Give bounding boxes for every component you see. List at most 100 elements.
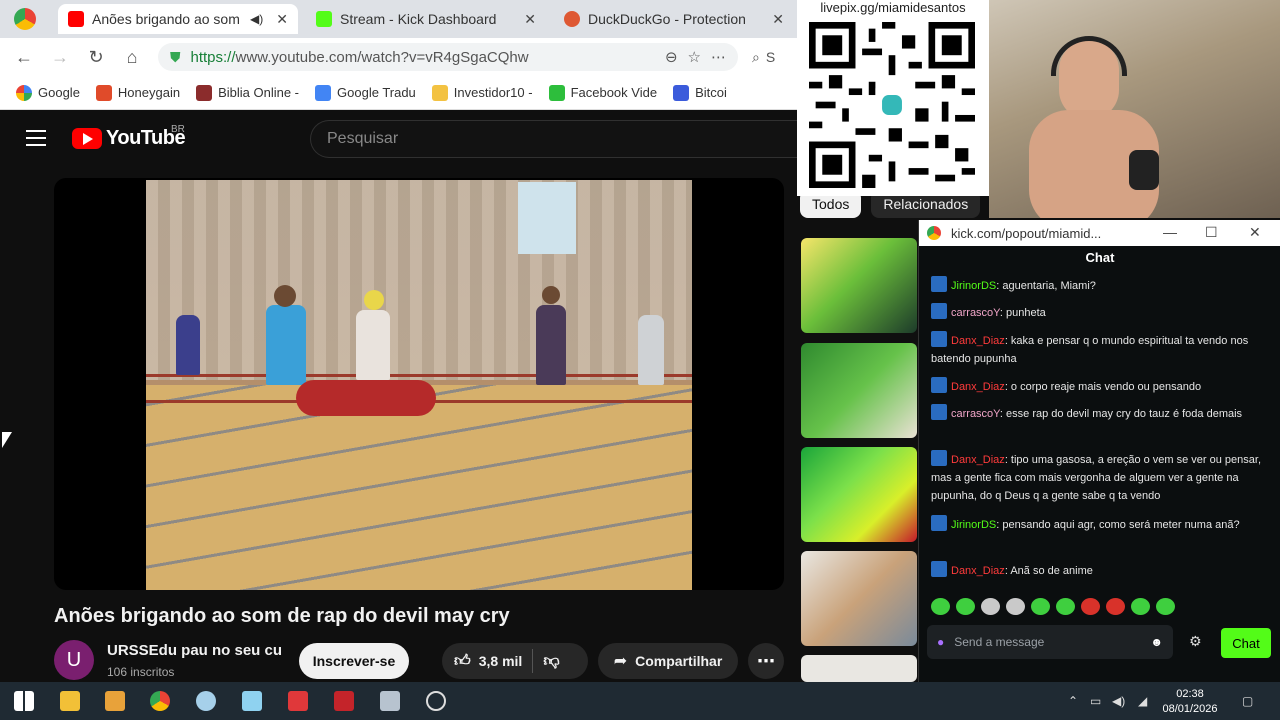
youtube-logo[interactable]: YouTube <box>72 127 186 150</box>
chat-username[interactable]: JirinorDS <box>951 519 996 531</box>
back-icon[interactable]: ← <box>6 47 42 68</box>
notifications-icon[interactable]: ▢ <box>1242 694 1253 708</box>
forward-icon[interactable]: → <box>42 47 78 68</box>
browser-search-box[interactable]: ⌕ S <box>752 43 796 71</box>
chat-message-input[interactable]: ● Send a message ☻ <box>927 625 1173 659</box>
bible-icon <box>196 84 213 101</box>
emote-icon[interactable] <box>981 598 1000 615</box>
bookmark-google-tradutor[interactable]: Google Tradu <box>315 84 416 101</box>
bookmark-bitcoin[interactable]: Bitcoi <box>673 84 727 101</box>
flash-icon[interactable] <box>334 691 354 711</box>
calculator-icon[interactable] <box>288 691 308 711</box>
chat-username[interactable]: JirinorDS <box>951 280 996 292</box>
chat-username[interactable]: Danx_Diaz <box>951 565 1005 577</box>
speaker-icon[interactable]: ◀) <box>250 12 263 26</box>
fighting-wrestlers <box>296 380 436 416</box>
channel-avatar[interactable]: U <box>54 640 94 680</box>
chat-username[interactable]: Danx_Diaz <box>951 454 1005 466</box>
settings-gear-icon[interactable]: ⚙ <box>1189 633 1202 650</box>
microphone-icon[interactable]: ● <box>937 635 944 649</box>
subscriber-badge-icon <box>931 331 947 347</box>
microphone <box>1129 150 1159 190</box>
bookmark-honeygain[interactable]: Honeygain <box>95 84 180 101</box>
like-button[interactable]: 👍︎ 3,8 mil <box>442 652 522 671</box>
chat-username[interactable]: carrascoY <box>951 307 1000 319</box>
more-actions-icon[interactable]: ⋯ <box>748 643 784 679</box>
wrestler <box>356 310 390 380</box>
media-player-icon[interactable] <box>105 691 125 711</box>
chat-username[interactable]: Danx_Diaz <box>951 381 1005 393</box>
zoom-icon[interactable]: ⊖ <box>665 48 678 66</box>
home-icon[interactable]: ⌂ <box>114 47 150 68</box>
bookmark-facebook-video[interactable]: Facebook Vide <box>548 84 657 101</box>
paint-icon[interactable] <box>196 691 216 711</box>
recommended-thumbnail[interactable] <box>801 238 917 333</box>
emote-icon[interactable] <box>931 598 950 615</box>
chat-username[interactable]: carrascoY <box>951 408 1000 420</box>
emote-icon[interactable] <box>1031 598 1050 615</box>
chat-text: : o corpo reaje mais vendo ou pensando <box>1004 381 1202 393</box>
browser-icon[interactable] <box>150 691 170 711</box>
tab-duckduckgo[interactable]: DuckDuckGo - Protection ✕ <box>554 4 794 34</box>
volume-icon[interactable]: ◀) <box>1112 694 1125 708</box>
emote-icon[interactable] <box>956 598 975 615</box>
dislike-button[interactable]: 👎︎ <box>543 652 559 671</box>
star-icon[interactable]: ☆ <box>688 48 701 66</box>
tab-kick[interactable]: Stream - Kick Dashboard ✕ <box>306 4 546 34</box>
reload-icon[interactable]: ↻ <box>78 47 114 68</box>
emote-icon[interactable] <box>1106 598 1125 615</box>
channel-name[interactable]: URSSEdu pau no seu cu <box>107 642 282 659</box>
emote-icon[interactable] <box>1006 598 1025 615</box>
emote-icon[interactable] <box>1131 598 1150 615</box>
send-chat-button[interactable]: Chat <box>1221 628 1271 658</box>
livepix-url: livepix.gg/miamidesantos <box>820 0 966 15</box>
close-tab-icon[interactable]: ✕ <box>276 11 288 28</box>
emote-icon[interactable] <box>1081 598 1100 615</box>
recommended-thumbnail[interactable] <box>801 343 917 438</box>
recommended-thumbnail[interactable] <box>801 551 917 646</box>
bookmark-label: Google Tradu <box>337 85 416 100</box>
bookmark-investidor10[interactable]: Investidor10 - <box>431 84 533 101</box>
recommended-thumbnail[interactable] <box>801 655 917 682</box>
subscriber-badge-icon <box>931 377 947 393</box>
more-icon[interactable]: ⋯ <box>711 48 726 66</box>
subscriber-badge-icon <box>931 276 947 292</box>
emote-icon[interactable] <box>1056 598 1075 615</box>
recommended-thumbnail[interactable] <box>801 447 917 542</box>
windows-start-icon[interactable] <box>14 691 34 711</box>
honeygain-icon <box>95 84 112 101</box>
menu-icon[interactable] <box>26 130 46 146</box>
file-explorer-icon[interactable] <box>60 691 80 711</box>
network-icon[interactable]: ◢ <box>1138 694 1147 708</box>
close-tab-icon[interactable]: ✕ <box>772 11 784 28</box>
bookmark-google[interactable]: Google <box>16 84 80 101</box>
notepad-icon[interactable] <box>242 691 262 711</box>
bookmark-biblia[interactable]: Biblia Online - <box>196 84 299 101</box>
close-tab-icon[interactable]: ✕ <box>524 11 536 28</box>
search-partial-text: S <box>765 49 776 65</box>
battery-icon[interactable]: ▭ <box>1090 694 1101 708</box>
subscribe-button[interactable]: Inscrever-se <box>299 643 409 679</box>
obs-icon[interactable] <box>426 691 446 711</box>
chat-text: : Anã so de anime <box>1004 565 1093 577</box>
tray-chevron-icon[interactable]: ⌃ <box>1068 694 1078 708</box>
chat-text: : aguentaria, Miami? <box>996 280 1096 292</box>
youtube-search-input[interactable]: Pesquisar <box>310 120 800 158</box>
tab-label: Stream - Kick Dashboard <box>340 11 497 27</box>
address-bar[interactable]: ⛊ https://www.youtube.com/watch?v=vR4gSg… <box>158 43 738 71</box>
share-button[interactable]: ➦ Compartilhar <box>598 643 738 679</box>
tab-youtube[interactable]: Anões brigando ao som ◀) ✕ <box>58 4 298 34</box>
emoji-icon[interactable]: ☻ <box>1150 635 1163 649</box>
chat-text: : esse rap do devil may cry do tauz é fo… <box>999 408 1243 420</box>
url-scheme: https:// <box>190 48 236 66</box>
maximize-icon[interactable]: ☐ <box>1205 224 1218 241</box>
chat-username[interactable]: Danx_Diaz <box>951 335 1005 347</box>
video-player[interactable] <box>54 178 784 590</box>
facebook-video-icon <box>548 84 565 101</box>
app-icon[interactable] <box>380 691 400 711</box>
close-icon[interactable]: ✕ <box>1249 224 1261 241</box>
emote-icon[interactable] <box>1156 598 1175 615</box>
webcam-feed <box>989 0 1280 218</box>
minimize-icon[interactable]: — <box>1163 224 1177 240</box>
system-clock[interactable]: 02:38 08/01/2026 <box>1160 687 1220 717</box>
